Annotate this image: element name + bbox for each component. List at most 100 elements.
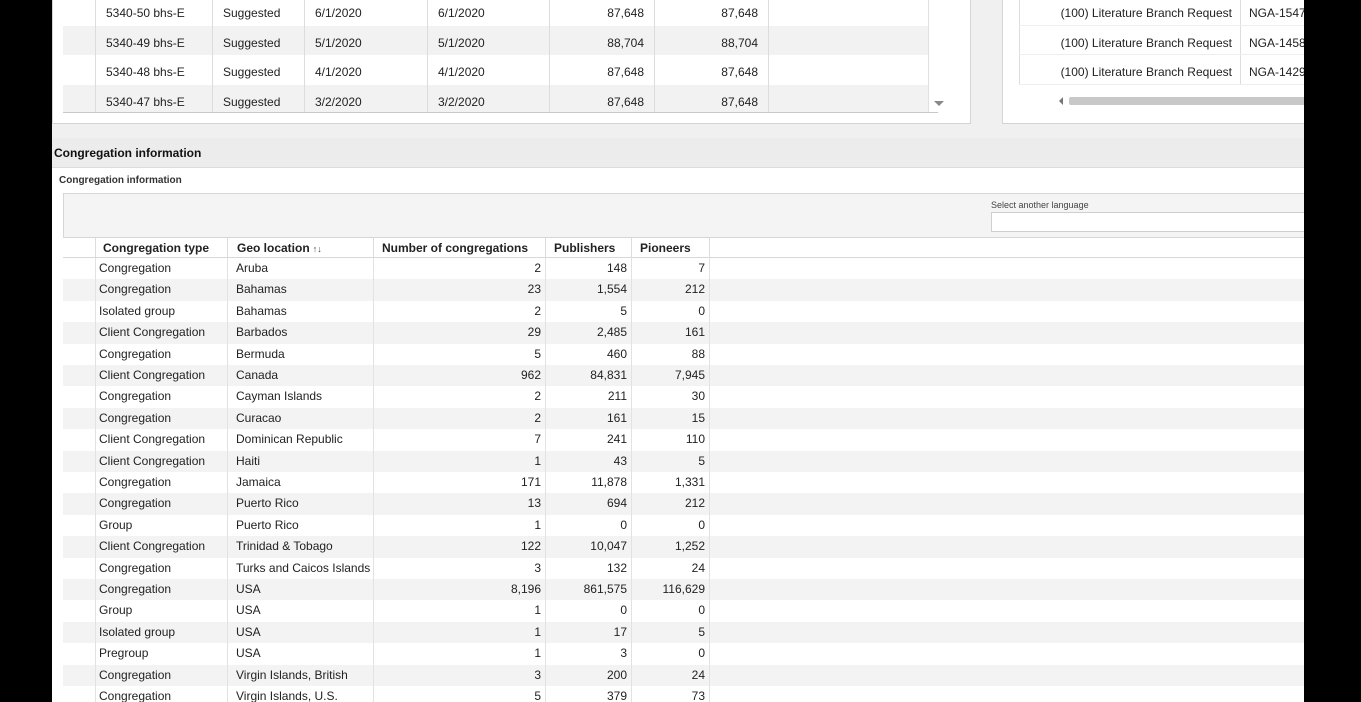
cell-publishers: 861,575 bbox=[546, 579, 632, 601]
row-selector[interactable] bbox=[63, 536, 96, 558]
cell-status: Suggested bbox=[213, 25, 305, 55]
table-row[interactable]: Congregation USA 8,196 861,575 116,629 bbox=[63, 579, 1304, 601]
row-selector[interactable] bbox=[63, 429, 96, 451]
header-publishers[interactable]: Publishers bbox=[546, 238, 632, 258]
cell-item: 5340-49 bhs-E bbox=[96, 25, 213, 55]
row-selector-header[interactable] bbox=[63, 238, 96, 258]
table-row[interactable]: Congregation Turks and Caicos Islands 3 132… bbox=[63, 557, 1304, 579]
table-row[interactable]: Congregation Jamaica 171 11,878 1,331 bbox=[63, 472, 1304, 494]
header-pioneers[interactable]: Pioneers bbox=[632, 238, 710, 258]
requests-panel: (100) Literature Branch Request NGA-1547(… bbox=[1002, 0, 1304, 124]
row-selector[interactable] bbox=[63, 643, 96, 665]
cell-date1: 5/1/2020 bbox=[305, 25, 428, 55]
cell-pioneers: 24 bbox=[632, 664, 710, 686]
section-header[interactable]: Congregation information bbox=[52, 138, 1304, 168]
sort-icon[interactable]: ↑↓ bbox=[313, 244, 322, 254]
header-congregation-type[interactable]: Congregation type bbox=[96, 238, 228, 258]
planned-orders-panel: 5340-50 bhs-E Suggested 6/1/2020 6/1/2020 87… bbox=[52, 0, 971, 124]
cell-publishers: 5 bbox=[546, 300, 632, 323]
row-selector[interactable] bbox=[63, 279, 96, 301]
horizontal-scrollbar[interactable] bbox=[1019, 94, 1304, 108]
cell-publishers: 17 bbox=[546, 621, 632, 644]
table-row[interactable]: Isolated group USA 1 17 5 bbox=[63, 621, 1304, 644]
table-row[interactable]: Isolated group Bahamas 2 5 0 bbox=[63, 300, 1304, 323]
row-selector[interactable] bbox=[63, 258, 96, 280]
subsection-title: Congregation information bbox=[59, 175, 182, 186]
table-row[interactable]: Congregation Bermuda 5 460 88 bbox=[63, 343, 1304, 365]
cell-pioneers: 116,629 bbox=[632, 579, 710, 601]
scroll-down-arrow-icon[interactable] bbox=[934, 101, 944, 106]
table-row[interactable]: Congregation Bahamas 23 1,554 212 bbox=[63, 279, 1304, 301]
table-row[interactable]: Client Congregation Barbados 29 2,485 161 bbox=[63, 322, 1304, 344]
table-row[interactable]: Client Congregation Trinidad & Tobago 122 1… bbox=[63, 536, 1304, 558]
cell-request-type: (100) Literature Branch Request bbox=[1019, 0, 1241, 25]
table-row[interactable]: Group Puerto Rico 1 0 0 bbox=[63, 514, 1304, 537]
cell-publishers: 161 bbox=[546, 407, 632, 430]
planned-order-row[interactable]: 5340-48 bhs-E Suggested 4/1/2020 4/1/2020 87… bbox=[63, 55, 938, 85]
header-label: Number of congregations bbox=[382, 241, 529, 255]
cell-publishers: 43 bbox=[546, 450, 632, 472]
cell-request-ref: NGA-1547 bbox=[1249, 6, 1304, 20]
table-row[interactable]: Client Congregation Canada 962 84,831 7,945 bbox=[63, 365, 1304, 387]
header-geo-location[interactable]: Geo location ↑↓ bbox=[228, 238, 374, 258]
row-selector[interactable] bbox=[63, 664, 96, 686]
request-row[interactable]: (100) Literature Branch Request NGA-1429 bbox=[1019, 55, 1304, 85]
planned-order-row[interactable]: 5340-50 bhs-E Suggested 6/1/2020 6/1/2020 87… bbox=[63, 0, 938, 26]
table-row[interactable]: Congregation Puerto Rico 13 694 212 bbox=[63, 493, 1304, 515]
row-selector[interactable] bbox=[63, 365, 96, 387]
planned-order-row[interactable]: 5340-49 bhs-E Suggested 5/1/2020 5/1/2020 88… bbox=[63, 25, 938, 55]
row-selector[interactable] bbox=[63, 300, 96, 323]
header-number-of-congregations[interactable]: Number of congregations bbox=[374, 238, 546, 258]
cell-pioneers: 0 bbox=[632, 514, 710, 537]
cell-geo: Dominican Republic bbox=[228, 429, 374, 451]
request-row[interactable]: (100) Literature Branch Request NGA-1458 bbox=[1019, 25, 1304, 55]
cell-date2: 5/1/2020 bbox=[428, 25, 550, 55]
cell-pioneers: 73 bbox=[632, 686, 710, 702]
cell-type: Congregation bbox=[96, 686, 228, 702]
cell-pioneers: 5 bbox=[632, 621, 710, 644]
scroll-left-arrow-icon[interactable] bbox=[1059, 97, 1063, 105]
row-selector[interactable] bbox=[63, 493, 96, 515]
cell-pioneers: 24 bbox=[632, 557, 710, 579]
request-row[interactable]: (100) Literature Branch Request NGA-1547 bbox=[1019, 0, 1304, 26]
row-selector[interactable] bbox=[63, 621, 96, 644]
row-selector[interactable] bbox=[63, 472, 96, 494]
cell-status: Suggested bbox=[213, 0, 305, 26]
cell-status: Suggested bbox=[213, 84, 305, 112]
table-row[interactable]: Client Congregation Haiti 1 43 5 bbox=[63, 450, 1304, 472]
table-row[interactable]: Congregation Cayman Islands 2 211 30 bbox=[63, 386, 1304, 408]
cell-type: Congregation bbox=[96, 407, 228, 430]
cell-type: Client Congregation bbox=[96, 429, 228, 451]
row-selector[interactable] bbox=[63, 343, 96, 365]
cell-congregations: 3 bbox=[374, 557, 546, 579]
row-selector[interactable] bbox=[63, 322, 96, 344]
vertical-scrollbar[interactable] bbox=[928, 0, 949, 112]
table-row[interactable]: Congregation Aruba 2 148 7 bbox=[63, 258, 1304, 280]
table-row[interactable]: Pregroup USA 1 3 0 bbox=[63, 643, 1304, 665]
cell-geo: Turks and Caicos Islands bbox=[228, 557, 374, 579]
cell-date1: 6/1/2020 bbox=[305, 0, 428, 26]
row-selector[interactable] bbox=[63, 600, 96, 622]
table-row[interactable]: Congregation Virgin Islands, U.S. 5 379 73 bbox=[63, 686, 1304, 702]
row-selector[interactable] bbox=[63, 514, 96, 537]
row-selector[interactable] bbox=[63, 386, 96, 408]
table-row[interactable]: Congregation Curacao 2 161 15 bbox=[63, 407, 1304, 430]
cell-publishers: 460 bbox=[546, 343, 632, 365]
cell-publishers: 241 bbox=[546, 429, 632, 451]
row-selector[interactable] bbox=[63, 686, 96, 702]
cell-publishers: 3 bbox=[546, 643, 632, 665]
row-selector[interactable] bbox=[63, 450, 96, 472]
cell-geo: Curacao bbox=[228, 407, 374, 430]
table-row[interactable]: Congregation Virgin Islands, British 3 200 2… bbox=[63, 664, 1304, 686]
table-row[interactable]: Group USA 1 0 0 bbox=[63, 600, 1304, 622]
cell-type: Congregation bbox=[96, 386, 228, 408]
row-selector[interactable] bbox=[63, 407, 96, 430]
cell-publishers: 379 bbox=[546, 686, 632, 702]
planned-order-row[interactable]: 5340-47 bhs-E Suggested 3/2/2020 3/2/2020 87… bbox=[63, 84, 938, 112]
language-input[interactable] bbox=[991, 212, 1304, 232]
table-row[interactable]: Client Congregation Dominican Republic 7 24… bbox=[63, 429, 1304, 451]
row-selector[interactable] bbox=[63, 557, 96, 579]
row-selector[interactable] bbox=[63, 579, 96, 601]
header-label: Publishers bbox=[554, 241, 616, 255]
scrollbar-thumb[interactable] bbox=[1069, 97, 1304, 105]
